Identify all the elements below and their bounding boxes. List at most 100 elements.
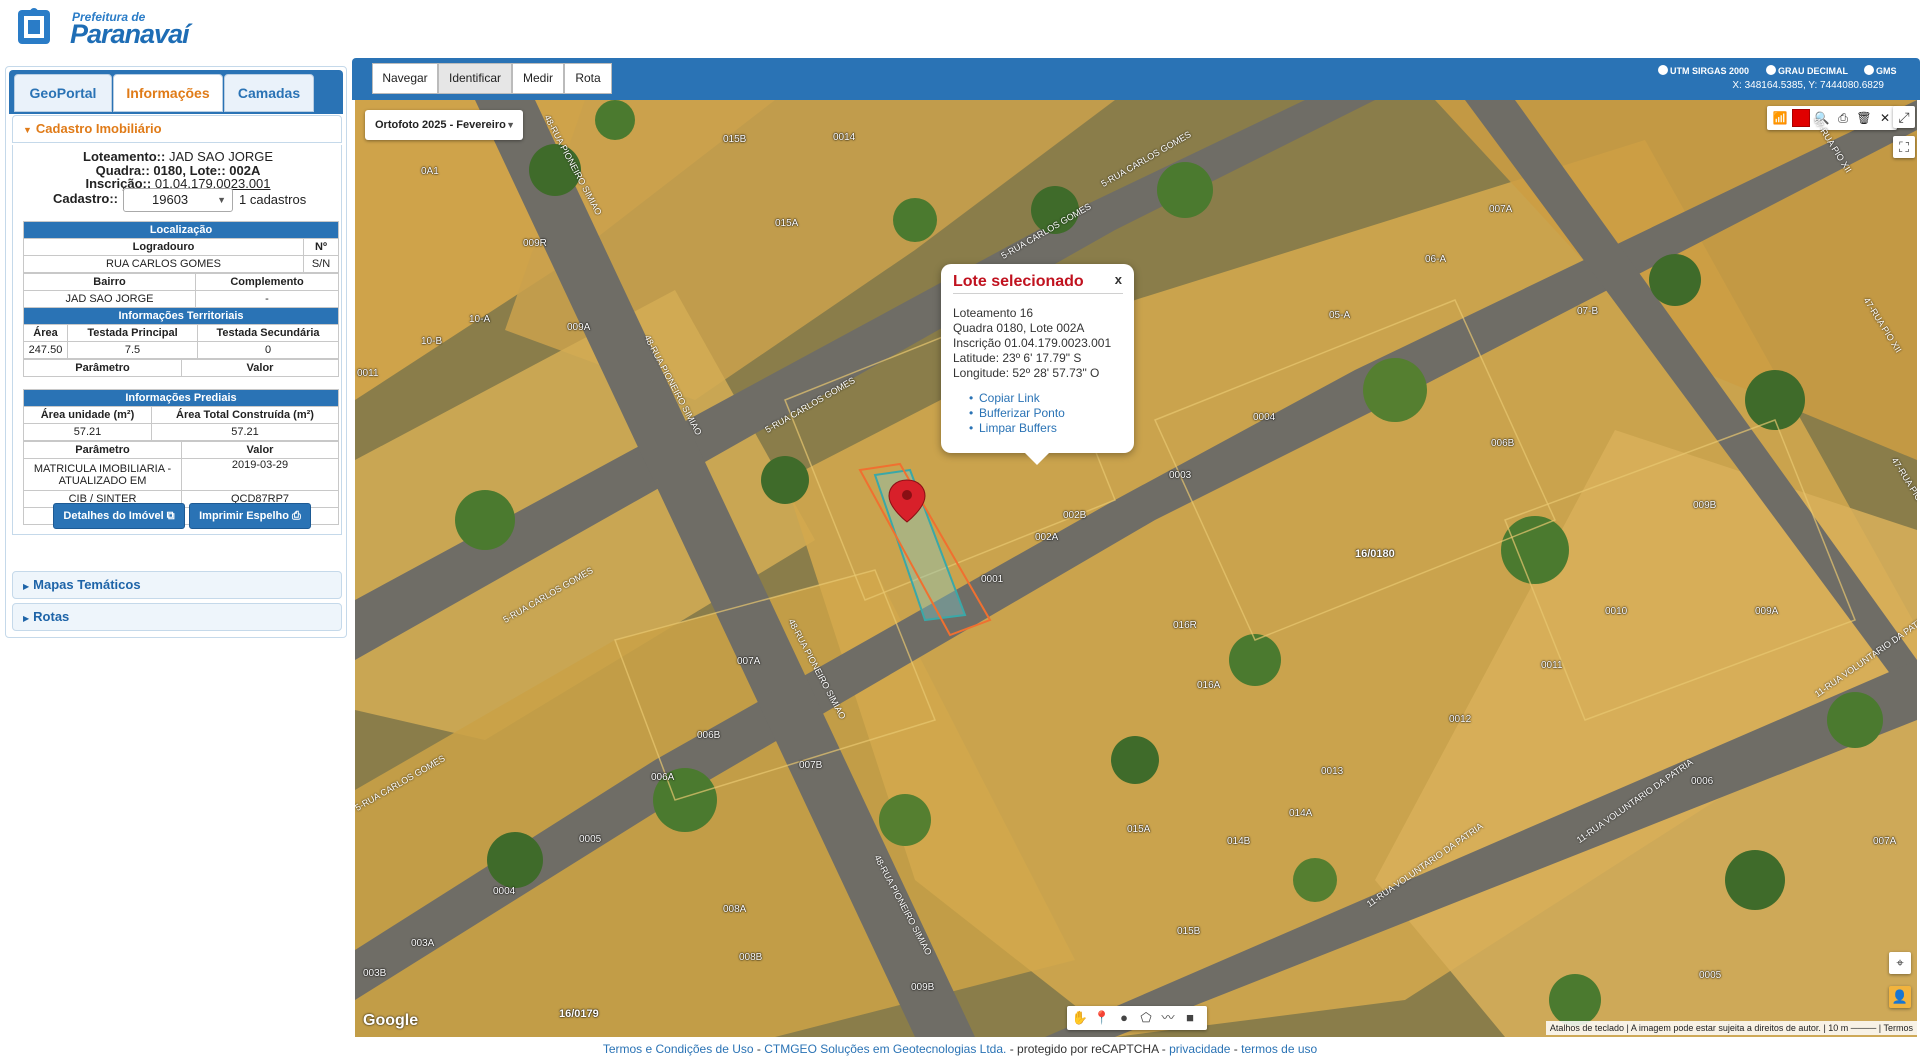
cadastros-count: 1 cadastros [239, 192, 307, 207]
col-area-total: Área Total Construída (m²) [151, 406, 339, 424]
col-testada-principal: Testada Principal [67, 324, 198, 342]
print-icon: ⎙ [292, 510, 301, 522]
lot-label: 008B [739, 952, 763, 963]
basemap-select[interactable]: Ortofoto 2025 - Fevereiro ▼ [365, 110, 523, 140]
accordion-cadastro-imobiliario[interactable]: ▼ Cadastro Imobiliário [12, 115, 342, 143]
map-canvas[interactable]: Ortofoto 2025 - Fevereiro ▼ 📶 🔍 ⎙ 🗑 ✕ ⤢ … [355, 100, 1917, 1037]
lot-label: 002B [1063, 510, 1087, 521]
print-icon[interactable]: ⎙ [1834, 109, 1852, 127]
lot-label: 0010 [1605, 606, 1628, 617]
bullet-icon: • [969, 406, 974, 420]
lot-label: 015B [723, 134, 747, 145]
col-testada-secundaria: Testada Secundária [197, 324, 339, 342]
coordinate-readout: X: 348164.5385, Y: 7444080.6829 [1732, 80, 1884, 91]
copiar-link[interactable]: Copiar Link [979, 391, 1040, 405]
bufferizar-ponto-link[interactable]: Bufferizar Ponto [979, 406, 1065, 420]
chart-icon[interactable]: 📶 [1771, 109, 1789, 127]
bullet-icon: • [969, 391, 974, 405]
lot-label: 0A1 [421, 166, 439, 177]
footer-separator: - [1230, 1042, 1242, 1056]
lot-label: 014A [1289, 808, 1313, 819]
area-value: 247.50 [23, 341, 68, 359]
radio-grau-decimal[interactable]: GRAU DECIMAL [1766, 65, 1848, 76]
termos-link[interactable]: Termos [1883, 1023, 1913, 1033]
radio-utm[interactable]: UTM SIRGAS 2000 [1658, 65, 1749, 76]
popup-loteamento: Loteamento 16 [953, 306, 1034, 320]
navegar-button[interactable]: Navegar [372, 63, 438, 94]
lot-label: 015B [1177, 926, 1201, 937]
left-panel: GeoPortal Informações Camadas ▼ Cadastro … [5, 66, 347, 638]
area-unidade-value: 57.21 [23, 423, 152, 441]
street-view-icon[interactable]: 👤 [1889, 986, 1911, 1008]
loteamento-label: Loteamento:: [83, 149, 166, 164]
accordion-mapas-tematicos[interactable]: ▶ Mapas Temáticos [12, 571, 342, 599]
polygon-icon[interactable]: ⬠ [1137, 1009, 1155, 1027]
bairro-value: JAD SAO JORGE [23, 290, 196, 308]
logo-city-name: Paranavaí [70, 19, 190, 49]
lot-label: 015A [775, 218, 799, 229]
detalhes-imovel-button[interactable]: Detalhes do Imóvel ⧉ [53, 503, 185, 529]
radio-gms[interactable]: GMS [1864, 65, 1897, 76]
accordion-title: Cadastro Imobiliário [35, 121, 162, 136]
lot-label: 0011 [357, 368, 379, 379]
circle-icon[interactable]: ● [1115, 1009, 1133, 1027]
radio-utm-label: UTM SIRGAS 2000 [1670, 66, 1750, 76]
accordion-title: Mapas Temáticos [33, 577, 141, 592]
prediais-title: Informações Prediais [23, 389, 339, 407]
medir-button[interactable]: Medir [512, 63, 564, 94]
ctmgeo-link[interactable]: CTMGEO Soluções em Geotecnologias Ltda. [764, 1042, 1006, 1056]
lot-label: 0005 [1699, 970, 1722, 981]
lot-label: 0014 [833, 132, 856, 143]
radio-icon [1766, 65, 1776, 75]
col-area: Área [23, 324, 68, 342]
recaptcha-text: - protegido por reCAPTCHA - [1006, 1042, 1170, 1056]
testada-secundaria-value: 0 [197, 341, 339, 359]
privacidade-link[interactable]: privacidade [1169, 1042, 1230, 1056]
lot-label: 0013 [1321, 766, 1344, 777]
accordion-rotas[interactable]: ▶ Rotas [12, 603, 342, 631]
imprimir-espelho-button[interactable]: Imprimir Espelho ⎙ [189, 503, 311, 529]
color-swatch[interactable] [1792, 109, 1810, 127]
limpar-buffers-link[interactable]: Limpar Buffers [979, 421, 1057, 435]
col-parametro: Parâmetro [23, 441, 182, 459]
termos-condicoes-link[interactable]: Termos e Condições de Uso [603, 1042, 754, 1056]
lot-label: 10-A [469, 314, 491, 325]
value-matricula-imobiliaria: 2019-03-29 [181, 458, 339, 491]
lot-label: 006B [697, 730, 721, 741]
lot-label: 003B [363, 968, 387, 979]
hand-icon[interactable]: ✋ [1071, 1009, 1089, 1027]
expand-icon[interactable]: ⛶ [1893, 136, 1915, 158]
tab-camadas[interactable]: Camadas [224, 74, 314, 112]
lot-label: 007B [799, 760, 823, 771]
compass-icon[interactable]: ⌖ [1889, 952, 1911, 974]
panel-tabs: GeoPortal Informações Camadas [9, 70, 343, 114]
complemento-value: - [195, 290, 339, 308]
lot-label: 007A [1489, 204, 1513, 215]
fullscreen-icon[interactable]: ⤢ [1893, 106, 1915, 128]
google-logo: Google [363, 1012, 419, 1029]
popup-title: Lote selecionado [953, 273, 1084, 290]
tab-geoportal[interactable]: GeoPortal [14, 74, 112, 112]
rectangle-icon[interactable]: ■ [1181, 1009, 1199, 1027]
map-attribution: Atalhos de teclado | A imagem pode estar… [1545, 1021, 1917, 1035]
tab-informacoes[interactable]: Informações [113, 74, 223, 112]
popup-latitude: Latitude: 23º 6' 17.79" S [953, 351, 1082, 365]
detalhes-label: Detalhes do Imóvel [63, 510, 164, 522]
col-valor: Valor [181, 359, 339, 377]
rota-button[interactable]: Rota [564, 63, 612, 94]
trash-icon[interactable]: 🗑 [1855, 109, 1873, 127]
atalhos-link[interactable]: Atalhos de teclado [1550, 1023, 1624, 1033]
marker-icon[interactable]: 📍 [1093, 1009, 1111, 1027]
polyline-icon[interactable]: 〰 [1159, 1009, 1177, 1027]
cadastro-select[interactable]: 19603 ▼ [123, 188, 233, 212]
territoriais-title: Informações Territoriais [23, 307, 339, 325]
identificar-button[interactable]: Identificar [438, 63, 512, 94]
chevron-down-icon: ▼ [217, 195, 226, 205]
close-icon[interactable]: x [1115, 272, 1122, 287]
cadastro-selected-value: 19603 [152, 192, 189, 207]
radio-gms-label: GMS [1876, 66, 1897, 76]
prefeitura-logo[interactable]: Prefeitura de Paranavaí [12, 4, 190, 50]
col-valor: Valor [181, 441, 339, 459]
close-icon[interactable]: ✕ [1876, 109, 1894, 127]
termos-uso-link[interactable]: termos de uso [1241, 1042, 1317, 1056]
